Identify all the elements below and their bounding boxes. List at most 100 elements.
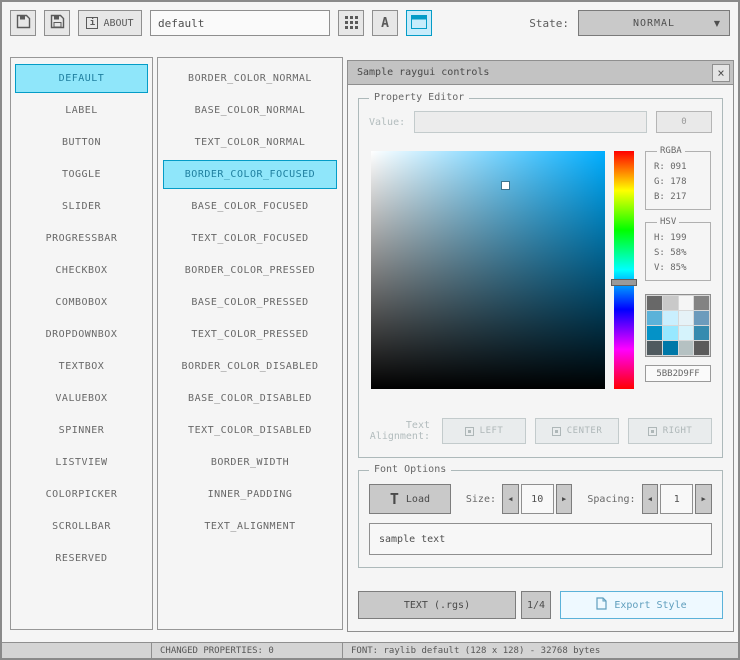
- color-swatch[interactable]: [694, 311, 709, 325]
- state-dropdown-value: NORMAL: [632, 17, 676, 29]
- sample-text-input[interactable]: [369, 523, 712, 555]
- hex-value: 5BB2D9FF: [656, 368, 700, 379]
- property-list-item[interactable]: INNER_PADDING: [163, 480, 337, 509]
- swatch-grid: [645, 294, 711, 357]
- font-load-label: Load: [405, 493, 430, 505]
- controls-view-button[interactable]: [406, 10, 432, 36]
- value-label: Value:: [369, 116, 406, 128]
- spacing-value-box[interactable]: 1: [660, 484, 694, 514]
- property-list-item[interactable]: BORDER_COLOR_DISABLED: [163, 352, 337, 381]
- control-list-item[interactable]: LABEL: [15, 96, 148, 125]
- control-list-item[interactable]: SPINNER: [15, 416, 148, 445]
- property-list-item[interactable]: BASE_COLOR_FOCUSED: [163, 192, 337, 221]
- about-button[interactable]: i ABOUT: [78, 10, 142, 36]
- control-list-item[interactable]: RESERVED: [15, 544, 148, 573]
- property-list-item[interactable]: BORDER_COLOR_FOCUSED: [163, 160, 337, 189]
- property-list-item[interactable]: TEXT_COLOR_FOCUSED: [163, 224, 337, 253]
- align-right-button[interactable]: RIGHT: [628, 418, 712, 444]
- control-list-item[interactable]: SCROLLBAR: [15, 512, 148, 541]
- property-list-item[interactable]: BORDER_COLOR_PRESSED: [163, 256, 337, 285]
- property-list-item[interactable]: BASE_COLOR_PRESSED: [163, 288, 337, 317]
- color-swatch[interactable]: [662, 326, 678, 340]
- property-list-item[interactable]: BORDER_WIDTH: [163, 448, 337, 477]
- align-center-button[interactable]: CENTER: [535, 418, 619, 444]
- property-list-item[interactable]: TEXT_COLOR_PRESSED: [163, 320, 337, 349]
- control-list-item[interactable]: DEFAULT: [15, 64, 148, 93]
- close-button[interactable]: ×: [712, 63, 730, 82]
- sample-controls-window: Sample raygui controls × Property Editor…: [347, 60, 734, 632]
- color-swatch[interactable]: [694, 326, 709, 340]
- rgba-label: RGBA: [657, 146, 685, 156]
- spacing-decrement-button[interactable]: ◀: [641, 484, 659, 514]
- color-swatch[interactable]: [647, 341, 662, 355]
- color-swatch[interactable]: [678, 296, 694, 310]
- control-list-item[interactable]: DROPDOWNBOX: [15, 320, 148, 349]
- style-page-label: 1/4: [526, 599, 546, 611]
- control-list-item[interactable]: BUTTON: [15, 128, 148, 157]
- color-swatch[interactable]: [678, 311, 694, 325]
- control-list-item[interactable]: SLIDER: [15, 192, 148, 221]
- export-style-button[interactable]: Export Style: [560, 591, 723, 619]
- style-name-input[interactable]: [150, 10, 330, 36]
- color-swatch[interactable]: [678, 341, 694, 355]
- rgba-b-value: B: 217: [654, 192, 687, 202]
- control-list-item[interactable]: COMBOBOX: [15, 288, 148, 317]
- color-swatch[interactable]: [662, 296, 678, 310]
- value-input[interactable]: [414, 111, 647, 133]
- color-swatch[interactable]: [662, 311, 678, 325]
- size-value-box[interactable]: 10: [520, 484, 554, 514]
- state-control: State: NORMAL ▼: [529, 10, 730, 36]
- toolbar: i ABOUT A State: NORMAL ▼: [10, 10, 730, 36]
- hsv-s-value: S: 58%: [654, 248, 687, 258]
- color-swatch[interactable]: [694, 296, 709, 310]
- property-list-item[interactable]: TEXT_ALIGNMENT: [163, 512, 337, 541]
- letter-a-icon: A: [381, 15, 389, 31]
- state-dropdown[interactable]: NORMAL ▼: [578, 10, 730, 36]
- font-load-button[interactable]: T Load: [369, 484, 451, 514]
- property-list-item[interactable]: BASE_COLOR_NORMAL: [163, 96, 337, 125]
- property-list-item[interactable]: BASE_COLOR_DISABLED: [163, 384, 337, 413]
- hue-slider-handle[interactable]: [611, 279, 637, 286]
- hsv-h-value: H: 199: [654, 233, 687, 243]
- control-list-item[interactable]: LISTVIEW: [15, 448, 148, 477]
- hue-bar[interactable]: [611, 151, 637, 389]
- font-settings-button[interactable]: A: [372, 10, 398, 36]
- color-swatch[interactable]: [678, 326, 694, 340]
- font-options-group-label: Font Options: [369, 464, 452, 475]
- properties-list: BORDER_COLOR_NORMAL BASE_COLOR_NORMAL TE…: [157, 57, 343, 630]
- rguistyler-window: i ABOUT A State: NORMAL ▼ DEFAULT LABE: [0, 0, 740, 660]
- property-list-item[interactable]: TEXT_COLOR_NORMAL: [163, 128, 337, 157]
- style-page-button[interactable]: 1/4: [521, 591, 551, 619]
- save-style-button[interactable]: [44, 10, 70, 36]
- export-format-button[interactable]: TEXT (.rgs): [358, 591, 516, 619]
- size-increment-button[interactable]: ▶: [555, 484, 573, 514]
- color-swatch[interactable]: [647, 296, 662, 310]
- spacing-increment-button[interactable]: ▶: [695, 484, 712, 514]
- font-atlas-button[interactable]: [338, 10, 364, 36]
- control-list-item[interactable]: PROGRESSBAR: [15, 224, 148, 253]
- align-left-button[interactable]: LEFT: [442, 418, 526, 444]
- controls-list: DEFAULT LABEL BUTTON TOGGLE SLIDER PROGR…: [10, 57, 153, 630]
- control-list-item[interactable]: TEXTBOX: [15, 352, 148, 381]
- font-options-row: T Load Size: ◀ 10 ▶ Spacing: ◀ 1 ▶: [369, 484, 712, 514]
- property-list-item[interactable]: TEXT_COLOR_DISABLED: [163, 416, 337, 445]
- color-swatch[interactable]: [647, 311, 662, 325]
- text-alignment-row: Text Alignment: LEFT CENTER RIGHT: [369, 418, 712, 444]
- load-style-button[interactable]: [10, 10, 36, 36]
- window-icon: [411, 14, 427, 33]
- control-list-item[interactable]: COLORPICKER: [15, 480, 148, 509]
- color-cursor[interactable]: [502, 181, 510, 189]
- value-count-button[interactable]: 0: [656, 111, 712, 133]
- size-label: Size:: [465, 493, 496, 505]
- color-swatch[interactable]: [647, 326, 662, 340]
- control-list-item[interactable]: TOGGLE: [15, 160, 148, 189]
- color-swatch[interactable]: [694, 341, 709, 355]
- rgba-g-value: G: 178: [654, 177, 687, 187]
- control-list-item[interactable]: CHECKBOX: [15, 256, 148, 285]
- property-list-item[interactable]: BORDER_COLOR_NORMAL: [163, 64, 337, 93]
- control-list-item[interactable]: VALUEBOX: [15, 384, 148, 413]
- size-decrement-button[interactable]: ◀: [502, 484, 519, 514]
- hex-value-box[interactable]: 5BB2D9FF: [645, 365, 711, 382]
- saturation-value-gradient[interactable]: [371, 151, 605, 389]
- color-swatch[interactable]: [662, 341, 678, 355]
